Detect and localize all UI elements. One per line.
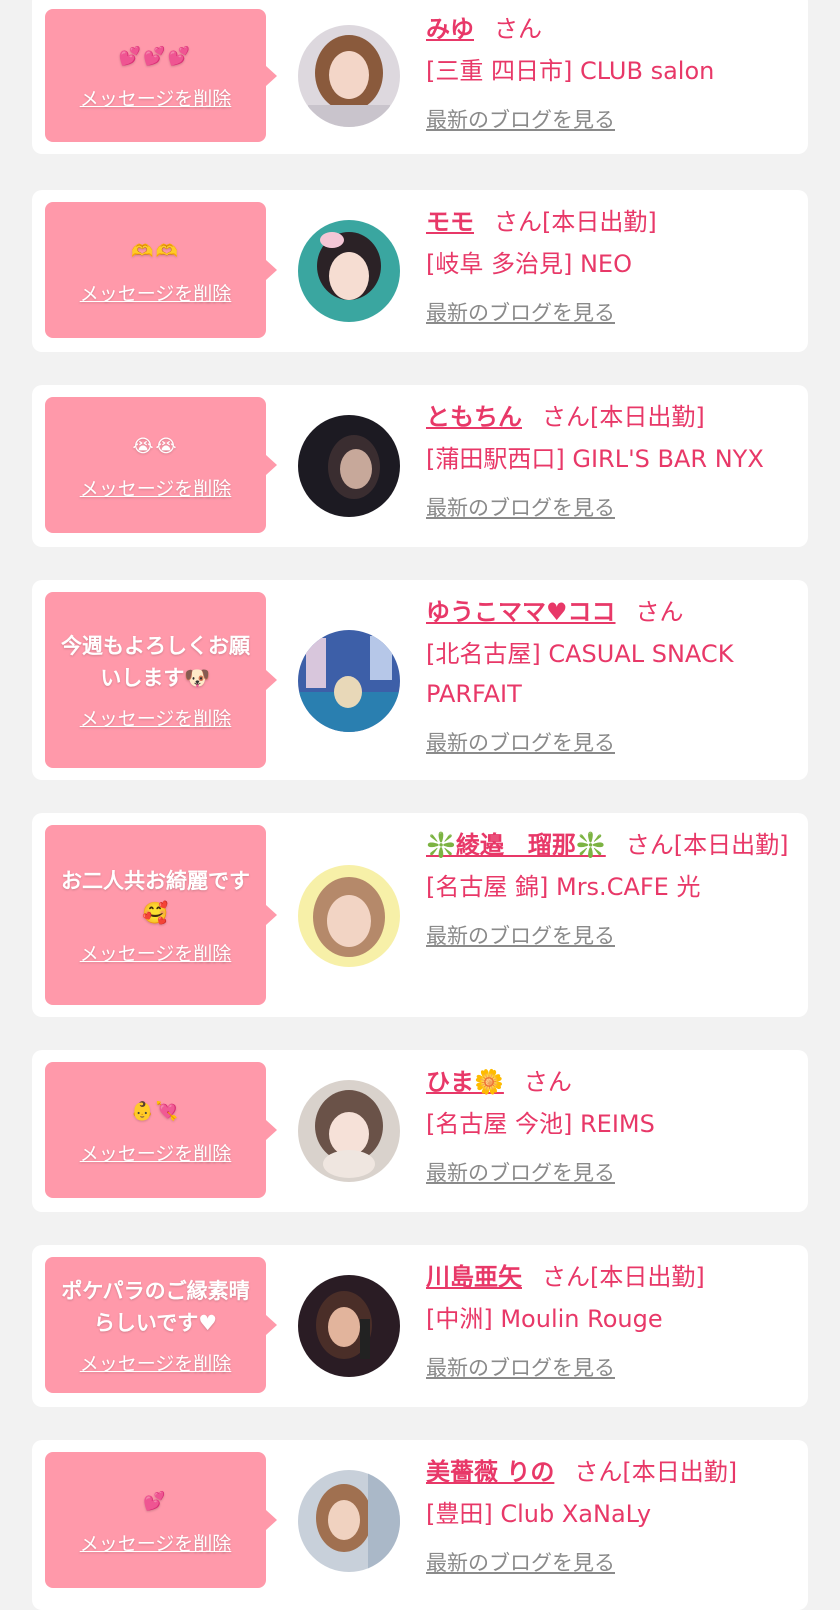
message-text: 😭😭 bbox=[132, 435, 179, 457]
message-card: 今週もよろしくお願いします🐶 メッセージを削除 ゆうこママ♥ココ さん [北名古屋… bbox=[32, 580, 808, 780]
latest-blog-link[interactable]: 最新のブログを見る bbox=[426, 298, 615, 328]
delete-message-link[interactable]: メッセージを削除 bbox=[80, 939, 232, 966]
message-text: 今週もよろしくお願いします🐶 bbox=[61, 633, 250, 690]
latest-blog-link[interactable]: 最新のブログを見る bbox=[426, 728, 615, 758]
name-suffix: さん[本日出勤] bbox=[494, 208, 657, 236]
latest-blog-link[interactable]: 最新のブログを見る bbox=[426, 1353, 615, 1383]
message-text: ポケパラのご縁素晴らしいです♥ bbox=[61, 1278, 250, 1335]
delete-message-link[interactable]: メッセージを削除 bbox=[80, 1349, 232, 1376]
message-bubble: 😭😭 メッセージを削除 bbox=[45, 397, 277, 533]
message-list: 💕💕💕 メッセージを削除 みゆ さん [三重 四日市] CLUB salon 最新… bbox=[0, 0, 840, 1610]
name-suffix: さん bbox=[635, 598, 684, 626]
message-text: 💕 bbox=[143, 1490, 168, 1512]
avatar[interactable] bbox=[298, 1080, 400, 1182]
delete-message-link[interactable]: メッセージを削除 bbox=[80, 704, 232, 731]
cast-name-link[interactable]: みゆ bbox=[426, 15, 474, 43]
cast-name-link[interactable]: ひま🌼 bbox=[426, 1068, 504, 1096]
avatar[interactable] bbox=[298, 220, 400, 322]
latest-blog-link[interactable]: 最新のブログを見る bbox=[426, 105, 615, 135]
message-bubble: 💕💕💕 メッセージを削除 bbox=[45, 9, 277, 142]
delete-message-link[interactable]: メッセージを削除 bbox=[80, 1529, 232, 1556]
delete-message-link[interactable]: メッセージを削除 bbox=[80, 84, 232, 111]
shop-info: [名古屋 錦] Mrs.CAFE 光 bbox=[426, 873, 701, 901]
message-card: お二人共お綺麗です🥰 メッセージを削除 ❇️綾邉 瑠那❇️ さん[本日出勤] [名… bbox=[32, 813, 808, 1017]
latest-blog-link[interactable]: 最新のブログを見る bbox=[426, 921, 615, 951]
message-text: 💕💕💕 bbox=[118, 46, 193, 67]
delete-message-link[interactable]: メッセージを削除 bbox=[80, 1139, 232, 1166]
message-card: ポケパラのご縁素晴らしいです♥ メッセージを削除 川島亜矢 さん[本日出勤] [中… bbox=[32, 1245, 808, 1407]
cast-name-link[interactable]: 美薔薇 りの bbox=[426, 1458, 554, 1486]
message-bubble: ポケパラのご縁素晴らしいです♥ メッセージを削除 bbox=[45, 1257, 277, 1393]
message-card: 💕 メッセージを削除 美薔薇 りの さん[本日出勤] [豊田] Club XaNa… bbox=[32, 1440, 808, 1610]
latest-blog-link[interactable]: 最新のブログを見る bbox=[426, 1158, 615, 1188]
avatar[interactable] bbox=[298, 1470, 400, 1572]
avatar[interactable] bbox=[298, 25, 400, 127]
cast-name-link[interactable]: ともちん bbox=[426, 403, 522, 431]
message-bubble: 今週もよろしくお願いします🐶 メッセージを削除 bbox=[45, 592, 277, 768]
message-card: 😭😭 メッセージを削除 ともちん さん[本日出勤] [蒲田駅西口] GIRL'S … bbox=[32, 385, 808, 547]
name-suffix: さん bbox=[523, 1068, 572, 1096]
name-suffix: さん[本日出勤] bbox=[574, 1458, 738, 1486]
cast-name-link[interactable]: ゆうこママ♥ココ bbox=[426, 598, 616, 626]
avatar[interactable] bbox=[298, 865, 400, 967]
cast-name-link[interactable]: ❇️綾邉 瑠那❇️ bbox=[426, 831, 606, 859]
shop-info: [中洲] Moulin Rouge bbox=[426, 1305, 663, 1333]
delete-message-link[interactable]: メッセージを削除 bbox=[80, 279, 232, 306]
avatar[interactable] bbox=[298, 630, 400, 732]
message-bubble: 💕 メッセージを削除 bbox=[45, 1452, 277, 1588]
shop-info: [三重 四日市] CLUB salon bbox=[426, 57, 715, 85]
message-text: お二人共お綺麗です🥰 bbox=[61, 868, 250, 925]
avatar[interactable] bbox=[298, 1275, 400, 1377]
message-bubble: 🫶🫶 メッセージを削除 bbox=[45, 202, 277, 338]
latest-blog-link[interactable]: 最新のブログを見る bbox=[426, 1548, 615, 1578]
cast-name-link[interactable]: モモ bbox=[426, 208, 474, 236]
latest-blog-link[interactable]: 最新のブログを見る bbox=[426, 493, 615, 523]
name-suffix: さん[本日出勤] bbox=[625, 831, 789, 859]
name-suffix: さん[本日出勤] bbox=[542, 403, 705, 431]
message-card: 🫶🫶 メッセージを削除 モモ さん[本日出勤] [岐阜 多治見] NEO 最新のブ… bbox=[32, 190, 808, 352]
shop-info: [蒲田駅西口] GIRL'S BAR NYX bbox=[426, 445, 764, 473]
message-bubble: 👶💘 メッセージを削除 bbox=[45, 1062, 277, 1198]
cast-name-link[interactable]: 川島亜矢 bbox=[426, 1263, 522, 1291]
delete-message-link[interactable]: メッセージを削除 bbox=[80, 474, 232, 501]
message-card: 👶💘 メッセージを削除 ひま🌼 さん [名古屋 今池] REIMS 最新のブログを… bbox=[32, 1050, 808, 1212]
name-suffix: さん[本日出勤] bbox=[542, 1263, 705, 1291]
message-text: 👶💘 bbox=[131, 1100, 180, 1122]
avatar[interactable] bbox=[298, 415, 400, 517]
message-text: 🫶🫶 bbox=[131, 240, 180, 262]
shop-info: [豊田] Club XaNaLy bbox=[426, 1500, 652, 1528]
name-suffix: さん bbox=[494, 15, 542, 43]
message-bubble: お二人共お綺麗です🥰 メッセージを削除 bbox=[45, 825, 277, 1005]
shop-info: [名古屋 今池] REIMS bbox=[426, 1110, 655, 1138]
shop-info: [岐阜 多治見] NEO bbox=[426, 250, 632, 278]
message-card: 💕💕💕 メッセージを削除 みゆ さん [三重 四日市] CLUB salon 最新… bbox=[32, 0, 808, 154]
shop-info: [北名古屋] CASUAL SNACK PARFAIT bbox=[426, 640, 734, 708]
